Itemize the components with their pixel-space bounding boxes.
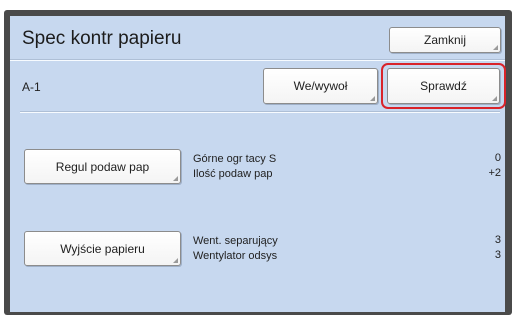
setting-row-value: 0 xyxy=(494,152,501,164)
setting-row-label: Ilość podaw pap xyxy=(193,168,273,180)
check-button-label: Sprawdź xyxy=(420,79,467,93)
toolbar-divider xyxy=(20,111,500,113)
paper-output-button[interactable]: Wyjście papieru xyxy=(24,231,181,266)
setting-row-value: +2 xyxy=(488,167,501,179)
io-button-label: We/wywoł xyxy=(293,79,348,93)
setting-row-value: 3 xyxy=(494,234,501,246)
close-button[interactable]: Zamknij xyxy=(389,27,501,53)
setting-row-value: 3 xyxy=(494,249,501,261)
corner-indicator-icon xyxy=(173,258,178,263)
dialog-title: Spec kontr papieru xyxy=(22,28,182,49)
corner-indicator-icon xyxy=(173,176,178,181)
paper-output-label: Wyjście papieru xyxy=(60,241,145,256)
paper-id-label: A-1 xyxy=(22,80,41,94)
corner-indicator-icon xyxy=(493,45,498,50)
corner-indicator-icon xyxy=(370,96,375,101)
check-button[interactable]: Sprawdź xyxy=(387,68,500,104)
setting-row-label: Górne ogr tacy S xyxy=(193,153,277,165)
paper-feed-adjust-label: Regul podaw pap xyxy=(55,159,150,174)
paper-feed-adjust-button[interactable]: Regul podaw pap xyxy=(24,149,181,184)
header-divider xyxy=(10,59,505,61)
io-button[interactable]: We/wywoł xyxy=(263,68,378,104)
close-button-label: Zamknij xyxy=(423,33,466,47)
corner-indicator-icon xyxy=(492,96,497,101)
setting-row-label: Wentylator odsys xyxy=(193,250,278,262)
setting-row-label: Went. separujący xyxy=(193,235,278,247)
